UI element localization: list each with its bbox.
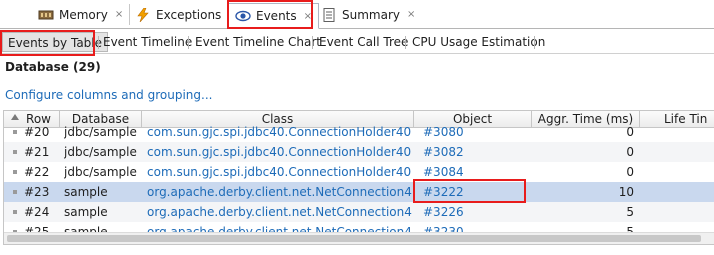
cell-class-link[interactable]: com.sun.gjc.spi.jdbc40.ConnectionHolder4… bbox=[147, 122, 412, 142]
memory-icon bbox=[38, 8, 54, 22]
row-bullet-icon bbox=[13, 210, 17, 214]
table-row-selected[interactable]: #23 sample org.apache.derby.client.net.N… bbox=[4, 182, 714, 202]
close-icon[interactable]: × bbox=[407, 9, 415, 20]
cell-class-link[interactable]: org.apache.derby.client.net.NetConnectio… bbox=[147, 202, 412, 222]
view-subtabs: Events by Table Event Timeline Event Tim… bbox=[0, 30, 714, 54]
tab-summary[interactable]: Summary × bbox=[315, 4, 421, 25]
tab-memory[interactable]: Memory × bbox=[32, 4, 131, 25]
cell-object-link[interactable]: #3222 bbox=[423, 182, 523, 202]
close-icon[interactable]: × bbox=[304, 11, 312, 22]
horizontal-scrollbar[interactable] bbox=[4, 232, 714, 244]
lightning-icon bbox=[135, 7, 151, 22]
cell-row: #23 bbox=[24, 185, 50, 199]
cell-class-link[interactable]: org.apache.derby.client.net.NetConnectio… bbox=[147, 182, 412, 202]
cell-class-link[interactable]: com.sun.gjc.spi.jdbc40.ConnectionHolder4… bbox=[147, 142, 412, 162]
tab-events[interactable]: Events × bbox=[228, 3, 320, 29]
cell-row: #24 bbox=[24, 205, 50, 219]
cell-object-link[interactable]: #3080 bbox=[423, 122, 523, 142]
subtab-event-timeline-chart[interactable]: Event Timeline Chart bbox=[190, 32, 326, 52]
table-row[interactable]: #21 jdbc/sample com.sun.gjc.spi.jdbc40.C… bbox=[4, 142, 714, 162]
configure-columns-link[interactable]: Configure columns and grouping... bbox=[5, 88, 212, 102]
cell-row: #20 bbox=[24, 125, 50, 139]
cell-row: #21 bbox=[24, 145, 50, 159]
table-row[interactable]: #22 jdbc/sample com.sun.gjc.spi.jdbc40.C… bbox=[4, 162, 714, 182]
cell-database: jdbc/sample bbox=[64, 165, 137, 179]
divider bbox=[534, 36, 535, 49]
cell-object-link[interactable]: #3084 bbox=[423, 162, 523, 182]
row-bullet-icon bbox=[13, 150, 17, 154]
close-icon[interactable]: × bbox=[115, 9, 123, 20]
eye-icon bbox=[235, 9, 251, 23]
cell-database: sample bbox=[64, 185, 108, 199]
section-title: Database (29) bbox=[5, 60, 101, 74]
cell-object-link[interactable]: #3082 bbox=[423, 142, 523, 162]
cell-database: jdbc/sample bbox=[64, 125, 137, 139]
table-row[interactable]: #20 jdbc/sample com.sun.gjc.spi.jdbc40.C… bbox=[4, 122, 714, 142]
cell-aggr-time: 0 bbox=[626, 145, 634, 159]
cell-class-link[interactable]: com.sun.gjc.spi.jdbc40.ConnectionHolder4… bbox=[147, 162, 412, 182]
subtab-event-timeline[interactable]: Event Timeline bbox=[98, 32, 197, 52]
events-table: Row Database Class Object Aggr. Time (ms… bbox=[3, 110, 714, 245]
scrollbar-thumb[interactable] bbox=[7, 235, 701, 242]
cell-aggr-time: 10 bbox=[618, 185, 634, 199]
tab-summary-label: Summary bbox=[342, 7, 400, 22]
cell-database: jdbc/sample bbox=[64, 145, 137, 159]
divider bbox=[188, 36, 189, 49]
cell-database: sample bbox=[64, 205, 108, 219]
cell-aggr-time: 0 bbox=[626, 125, 634, 139]
cell-object-link[interactable]: #3226 bbox=[423, 202, 523, 222]
cell-row: #22 bbox=[24, 165, 50, 179]
tab-memory-label: Memory bbox=[59, 7, 108, 22]
subtab-events-by-table[interactable]: Events by Table bbox=[2, 32, 109, 52]
cell-aggr-time: 5 bbox=[626, 205, 634, 219]
subtab-event-call-tree[interactable]: Event Call Tree bbox=[314, 32, 413, 52]
editor-tab-bar: Memory × Exceptions × Events × Summary × bbox=[0, 0, 714, 29]
tab-exceptions-label: Exceptions bbox=[156, 7, 222, 22]
row-bullet-icon bbox=[13, 190, 17, 194]
tab-exceptions[interactable]: Exceptions × bbox=[129, 4, 244, 25]
divider bbox=[405, 36, 406, 49]
tab-events-label: Events bbox=[256, 9, 297, 23]
row-bullet-icon bbox=[13, 170, 17, 174]
table-row[interactable]: #24 sample org.apache.derby.client.net.N… bbox=[4, 202, 714, 222]
subtab-cpu-usage-estimation[interactable]: CPU Usage Estimation bbox=[407, 32, 550, 52]
sort-ascending-icon bbox=[11, 114, 19, 120]
divider bbox=[312, 36, 313, 49]
row-bullet-icon bbox=[13, 130, 17, 134]
cell-aggr-time: 0 bbox=[626, 165, 634, 179]
document-icon bbox=[321, 7, 337, 22]
